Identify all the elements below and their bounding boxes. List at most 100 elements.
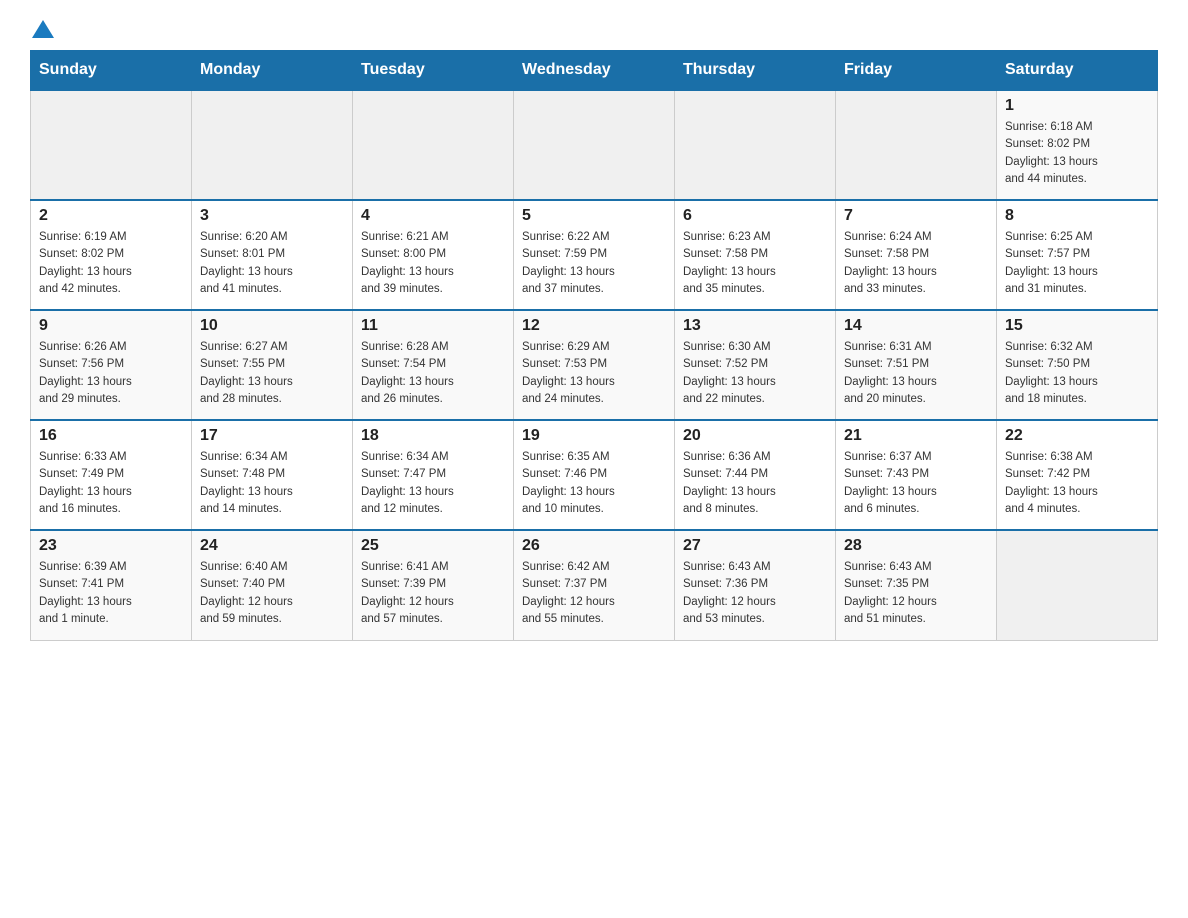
- day-number: 9: [39, 317, 183, 335]
- calendar-cell: [514, 90, 675, 200]
- calendar-cell: [192, 90, 353, 200]
- calendar-cell: 27 Sunrise: 6:43 AMSunset: 7:36 PMDayligh…: [675, 530, 836, 640]
- day-info: Sunrise: 6:42 AMSunset: 7:37 PMDaylight:…: [522, 559, 666, 628]
- day-info: Sunrise: 6:21 AMSunset: 8:00 PMDaylight:…: [361, 229, 505, 298]
- day-number: 26: [522, 537, 666, 555]
- calendar-cell: 15 Sunrise: 6:32 AMSunset: 7:50 PMDayligh…: [997, 310, 1158, 420]
- day-info: Sunrise: 6:25 AMSunset: 7:57 PMDaylight:…: [1005, 229, 1149, 298]
- day-info: Sunrise: 6:23 AMSunset: 7:58 PMDaylight:…: [683, 229, 827, 298]
- day-number: 7: [844, 207, 988, 225]
- day-number: 20: [683, 427, 827, 445]
- day-info: Sunrise: 6:39 AMSunset: 7:41 PMDaylight:…: [39, 559, 183, 628]
- calendar-cell: 14 Sunrise: 6:31 AMSunset: 7:51 PMDayligh…: [836, 310, 997, 420]
- calendar-row: 1 Sunrise: 6:18 AMSunset: 8:02 PMDaylight…: [31, 90, 1158, 200]
- day-info: Sunrise: 6:32 AMSunset: 7:50 PMDaylight:…: [1005, 339, 1149, 408]
- logo: [30, 20, 54, 40]
- header-saturday: Saturday: [997, 51, 1158, 91]
- day-info: Sunrise: 6:24 AMSunset: 7:58 PMDaylight:…: [844, 229, 988, 298]
- day-number: 8: [1005, 207, 1149, 225]
- day-info: Sunrise: 6:28 AMSunset: 7:54 PMDaylight:…: [361, 339, 505, 408]
- calendar-cell: 28 Sunrise: 6:43 AMSunset: 7:35 PMDayligh…: [836, 530, 997, 640]
- day-info: Sunrise: 6:34 AMSunset: 7:48 PMDaylight:…: [200, 449, 344, 518]
- calendar-cell: 26 Sunrise: 6:42 AMSunset: 7:37 PMDayligh…: [514, 530, 675, 640]
- calendar-cell: 2 Sunrise: 6:19 AMSunset: 8:02 PMDaylight…: [31, 200, 192, 310]
- day-info: Sunrise: 6:36 AMSunset: 7:44 PMDaylight:…: [683, 449, 827, 518]
- day-number: 13: [683, 317, 827, 335]
- header-sunday: Sunday: [31, 51, 192, 91]
- calendar-cell: 11 Sunrise: 6:28 AMSunset: 7:54 PMDayligh…: [353, 310, 514, 420]
- calendar-cell: 10Sunrise: 6:27 AMSunset: 7:55 PMDayligh…: [192, 310, 353, 420]
- day-number: 19: [522, 427, 666, 445]
- calendar-table: SundayMondayTuesdayWednesdayThursdayFrid…: [30, 50, 1158, 641]
- day-info: Sunrise: 6:26 AMSunset: 7:56 PMDaylight:…: [39, 339, 183, 408]
- day-number: 22: [1005, 427, 1149, 445]
- day-info: Sunrise: 6:38 AMSunset: 7:42 PMDaylight:…: [1005, 449, 1149, 518]
- day-info: Sunrise: 6:43 AMSunset: 7:35 PMDaylight:…: [844, 559, 988, 628]
- calendar-cell: [31, 90, 192, 200]
- calendar-cell: 25 Sunrise: 6:41 AMSunset: 7:39 PMDayligh…: [353, 530, 514, 640]
- calendar-cell: 17 Sunrise: 6:34 AMSunset: 7:48 PMDayligh…: [192, 420, 353, 530]
- calendar-cell: 3 Sunrise: 6:20 AMSunset: 8:01 PMDaylight…: [192, 200, 353, 310]
- day-info: Sunrise: 6:43 AMSunset: 7:36 PMDaylight:…: [683, 559, 827, 628]
- calendar-cell: 13 Sunrise: 6:30 AMSunset: 7:52 PMDayligh…: [675, 310, 836, 420]
- day-info: Sunrise: 6:34 AMSunset: 7:47 PMDaylight:…: [361, 449, 505, 518]
- day-info: Sunrise: 6:30 AMSunset: 7:52 PMDaylight:…: [683, 339, 827, 408]
- header-tuesday: Tuesday: [353, 51, 514, 91]
- calendar-cell: 18 Sunrise: 6:34 AMSunset: 7:47 PMDayligh…: [353, 420, 514, 530]
- day-info: Sunrise: 6:31 AMSunset: 7:51 PMDaylight:…: [844, 339, 988, 408]
- calendar-cell: 19 Sunrise: 6:35 AMSunset: 7:46 PMDayligh…: [514, 420, 675, 530]
- day-info: Sunrise: 6:33 AMSunset: 7:49 PMDaylight:…: [39, 449, 183, 518]
- calendar-cell: 21 Sunrise: 6:37 AMSunset: 7:43 PMDayligh…: [836, 420, 997, 530]
- calendar-row: 9 Sunrise: 6:26 AMSunset: 7:56 PMDaylight…: [31, 310, 1158, 420]
- day-number: 1: [1005, 97, 1149, 115]
- day-number: 2: [39, 207, 183, 225]
- calendar-cell: 20 Sunrise: 6:36 AMSunset: 7:44 PMDayligh…: [675, 420, 836, 530]
- day-number: 4: [361, 207, 505, 225]
- calendar-cell: 4 Sunrise: 6:21 AMSunset: 8:00 PMDaylight…: [353, 200, 514, 310]
- day-number: 14: [844, 317, 988, 335]
- day-number: 12: [522, 317, 666, 335]
- day-number: 28: [844, 537, 988, 555]
- day-info: Sunrise: 6:35 AMSunset: 7:46 PMDaylight:…: [522, 449, 666, 518]
- day-number: 24: [200, 537, 344, 555]
- calendar-cell: 6Sunrise: 6:23 AMSunset: 7:58 PMDaylight…: [675, 200, 836, 310]
- header-friday: Friday: [836, 51, 997, 91]
- calendar-cell: 24Sunrise: 6:40 AMSunset: 7:40 PMDayligh…: [192, 530, 353, 640]
- calendar-cell: 8 Sunrise: 6:25 AMSunset: 7:57 PMDaylight…: [997, 200, 1158, 310]
- calendar-cell: 9 Sunrise: 6:26 AMSunset: 7:56 PMDaylight…: [31, 310, 192, 420]
- day-number: 3: [200, 207, 344, 225]
- calendar-cell: [836, 90, 997, 200]
- page-header: [30, 20, 1158, 40]
- day-number: 21: [844, 427, 988, 445]
- day-info: Sunrise: 6:18 AMSunset: 8:02 PMDaylight:…: [1005, 119, 1149, 188]
- day-info: Sunrise: 6:41 AMSunset: 7:39 PMDaylight:…: [361, 559, 505, 628]
- day-info: Sunrise: 6:29 AMSunset: 7:53 PMDaylight:…: [522, 339, 666, 408]
- header-monday: Monday: [192, 51, 353, 91]
- day-number: 5: [522, 207, 666, 225]
- day-info: Sunrise: 6:37 AMSunset: 7:43 PMDaylight:…: [844, 449, 988, 518]
- day-info: Sunrise: 6:19 AMSunset: 8:02 PMDaylight:…: [39, 229, 183, 298]
- day-number: 11: [361, 317, 505, 335]
- calendar-cell: 5 Sunrise: 6:22 AMSunset: 7:59 PMDaylight…: [514, 200, 675, 310]
- day-number: 27: [683, 537, 827, 555]
- calendar-header-row: SundayMondayTuesdayWednesdayThursdayFrid…: [31, 51, 1158, 91]
- day-number: 25: [361, 537, 505, 555]
- calendar-row: 16 Sunrise: 6:33 AMSunset: 7:49 PMDayligh…: [31, 420, 1158, 530]
- calendar-cell: [675, 90, 836, 200]
- day-info: Sunrise: 6:22 AMSunset: 7:59 PMDaylight:…: [522, 229, 666, 298]
- calendar-cell: 23 Sunrise: 6:39 AMSunset: 7:41 PMDayligh…: [31, 530, 192, 640]
- day-number: 16: [39, 427, 183, 445]
- calendar-cell: 12 Sunrise: 6:29 AMSunset: 7:53 PMDayligh…: [514, 310, 675, 420]
- day-number: 18: [361, 427, 505, 445]
- calendar-row: 23 Sunrise: 6:39 AMSunset: 7:41 PMDayligh…: [31, 530, 1158, 640]
- header-wednesday: Wednesday: [514, 51, 675, 91]
- logo-triangle-icon: [32, 18, 54, 40]
- day-number: 17: [200, 427, 344, 445]
- calendar-cell: 16 Sunrise: 6:33 AMSunset: 7:49 PMDayligh…: [31, 420, 192, 530]
- day-info: Sunrise: 6:20 AMSunset: 8:01 PMDaylight:…: [200, 229, 344, 298]
- calendar-cell: [997, 530, 1158, 640]
- calendar-cell: 1 Sunrise: 6:18 AMSunset: 8:02 PMDaylight…: [997, 90, 1158, 200]
- day-number: 23: [39, 537, 183, 555]
- calendar-cell: 22 Sunrise: 6:38 AMSunset: 7:42 PMDayligh…: [997, 420, 1158, 530]
- day-number: 15: [1005, 317, 1149, 335]
